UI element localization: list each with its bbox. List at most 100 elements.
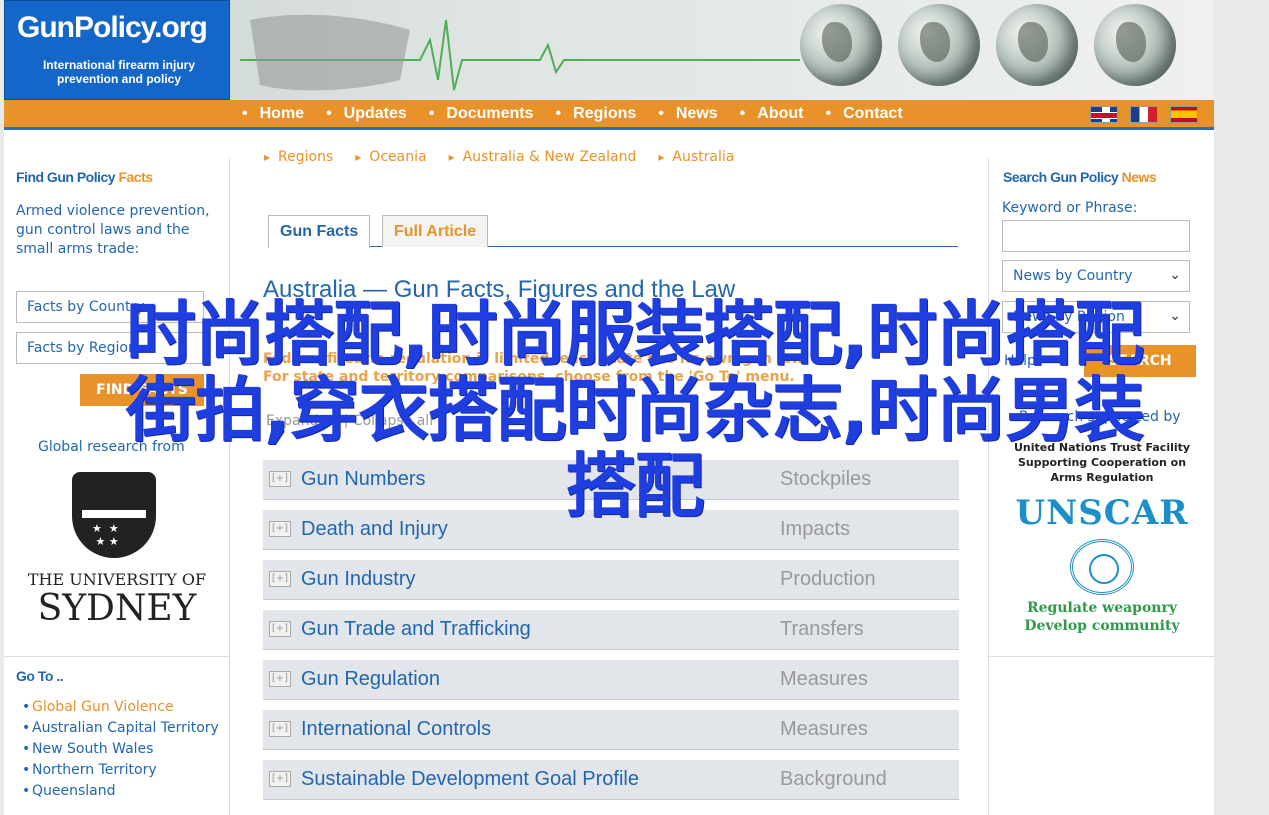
section-category: Measures <box>780 718 868 740</box>
find-heading-text: Find Gun Policy <box>16 169 119 185</box>
expand-icon[interactable]: [+] <box>269 721 291 737</box>
globe-icon <box>898 4 980 86</box>
goto-item[interactable]: New South Wales <box>22 740 222 759</box>
search-button[interactable]: SEARCH <box>1084 345 1196 377</box>
nav-home[interactable]: Home <box>242 105 304 123</box>
section-name[interactable]: Gun Regulation <box>301 668 440 691</box>
nav-documents[interactable]: Documents <box>429 105 533 123</box>
section-name[interactable]: Sustainable Development Goal Profile <box>301 768 639 791</box>
table-row[interactable]: [+] International Controls Measures <box>263 710 959 750</box>
section-category: Production <box>780 568 876 590</box>
facts-by-region-select[interactable]: Facts by Region <box>16 332 204 364</box>
news-by-region-select[interactable]: News by Region ⌄ <box>1002 301 1190 333</box>
news-by-country-select[interactable]: News by Country ⌄ <box>1002 260 1190 292</box>
tab-gun-facts[interactable]: Gun Facts <box>268 215 371 248</box>
unscar-slogan-1: Regulate weaponry <box>1027 600 1177 616</box>
university-name-line2: SYDNEY <box>37 588 197 629</box>
page-title: Australia — Gun Facts, Figures and the L… <box>263 276 736 303</box>
goto-item[interactable]: Queensland <box>22 782 222 801</box>
supported-by-label: Research supported by <box>1019 409 1181 425</box>
unscar-slogan-2: Develop community <box>1024 618 1180 634</box>
section-name[interactable]: Death and Injury <box>301 518 448 541</box>
nav-contact[interactable]: Contact <box>825 105 903 123</box>
main-nav: Home Updates Documents Regions News Abou… <box>4 100 1214 130</box>
tab-full-article[interactable]: Full Article <box>382 215 489 247</box>
tab-bar: Gun Facts Full Article <box>268 215 958 248</box>
expand-icon[interactable]: [+] <box>269 671 291 687</box>
intro-note: Federal firearm regulation is limited, e… <box>263 350 804 386</box>
french-flag-icon[interactable] <box>1130 106 1158 123</box>
brand-name: GunPolicy.org <box>17 11 208 44</box>
help-link[interactable]: Help <box>1004 352 1036 371</box>
expand-collapse-links[interactable]: Expand all | Collapse all <box>266 413 433 429</box>
breadcrumb-item[interactable]: Australia <box>658 149 734 165</box>
keyword-input[interactable] <box>1002 220 1190 252</box>
un-emblem-icon <box>1070 539 1134 595</box>
section-name[interactable]: Gun Trade and Trafficking <box>301 618 531 641</box>
goto-item[interactable]: Australian Capital Territory <box>22 719 222 738</box>
university-shield-icon <box>72 472 156 558</box>
keyword-label: Keyword or Phrase: <box>1002 200 1138 216</box>
section-name[interactable]: Gun Numbers <box>301 468 426 491</box>
header-banner-image <box>230 0 1214 100</box>
unscar-description: United Nations Trust Facility Supporting… <box>1013 441 1191 484</box>
nav-news[interactable]: News <box>658 105 718 123</box>
university-name-line1: THE UNIVERSITY OF <box>27 570 207 589</box>
table-row[interactable]: [+] Gun Trade and Trafficking Transfers <box>263 610 959 650</box>
section-category: Impacts <box>780 518 851 540</box>
sidebar-divider <box>4 656 230 657</box>
english-flag-icon[interactable] <box>1090 106 1118 123</box>
section-category: Background <box>780 768 887 790</box>
find-facts-description: Armed violence prevention, gun control l… <box>16 203 210 257</box>
site-logo[interactable]: GunPolicy.org International firearm inju… <box>4 0 230 100</box>
table-row[interactable]: [+] Gun Regulation Measures <box>263 660 959 700</box>
section-name[interactable]: Gun Industry <box>301 568 416 591</box>
find-heading-highlight: Facts <box>118 169 153 185</box>
table-row[interactable]: [+] Death and Injury Impacts <box>263 510 959 550</box>
expand-icon[interactable]: [+] <box>269 571 291 587</box>
unscar-name: UNSCAR <box>1015 493 1189 533</box>
nav-regions[interactable]: Regions <box>556 105 636 123</box>
breadcrumb: Regions Oceania Australia & New Zealand … <box>264 149 756 165</box>
university-of-sydney-logo[interactable]: THE UNIVERSITY OF SYDNEY <box>22 452 212 642</box>
chevron-down-icon: ⌄ <box>1169 267 1181 283</box>
breadcrumb-item[interactable]: Oceania <box>355 149 426 165</box>
sidebar-divider <box>989 656 1215 657</box>
expand-icon[interactable]: [+] <box>269 471 291 487</box>
goto-item[interactable]: Northern Territory <box>22 761 222 780</box>
expand-icon[interactable]: [+] <box>269 771 291 787</box>
find-facts-heading: Find Gun Policy Facts <box>16 169 153 185</box>
nav-about[interactable]: About <box>740 105 803 123</box>
right-sidebar: Search Gun Policy News Keyword or Phrase… <box>988 158 1215 815</box>
search-heading-text: Search Gun Policy <box>1003 169 1122 185</box>
intro-note-line2: For state and territory comparisons, cho… <box>263 369 795 385</box>
globe-icon <box>996 4 1078 86</box>
section-category: Transfers <box>780 618 864 640</box>
left-sidebar: Find Gun Policy Facts Armed violence pre… <box>4 158 230 815</box>
table-row[interactable]: [+] Gun Numbers Stockpiles <box>263 460 959 500</box>
search-news-heading: Search Gun Policy News <box>1003 169 1157 185</box>
nav-updates[interactable]: Updates <box>326 105 407 123</box>
fact-sections: [+] Gun Numbers Stockpiles [+] Death and In… <box>263 460 959 810</box>
page: GunPolicy.org International firearm inju… <box>4 0 1215 815</box>
facts-by-country-select[interactable]: Facts by Country <box>16 291 204 323</box>
news-by-country-label: News by Country <box>1013 268 1133 284</box>
ecg-line-graphic <box>240 14 800 91</box>
brand-tagline: International firearm injury prevention … <box>42 58 196 86</box>
table-row[interactable]: [+] Gun Industry Production <box>263 560 959 600</box>
table-row[interactable]: [+] Sustainable Development Goal Profile B… <box>263 760 959 800</box>
section-name[interactable]: International Controls <box>301 718 491 741</box>
search-heading-highlight: News <box>1121 169 1157 185</box>
site-header: GunPolicy.org International firearm inju… <box>4 0 1214 100</box>
section-category: Stockpiles <box>780 468 872 490</box>
unscar-logo[interactable]: United Nations Trust Facility Supporting… <box>1007 440 1197 635</box>
expand-icon[interactable]: [+] <box>269 521 291 537</box>
main-content: Regions Oceania Australia & New Zealand … <box>230 135 988 815</box>
spanish-flag-icon[interactable] <box>1170 106 1198 123</box>
find-facts-button[interactable]: FIND FACTS <box>80 374 204 406</box>
news-by-region-label: News by Region <box>1013 309 1125 325</box>
breadcrumb-item[interactable]: Regions <box>264 149 333 165</box>
goto-item[interactable]: Global Gun Violence <box>22 698 222 717</box>
breadcrumb-item[interactable]: Australia & New Zealand <box>449 149 637 165</box>
expand-icon[interactable]: [+] <box>269 621 291 637</box>
